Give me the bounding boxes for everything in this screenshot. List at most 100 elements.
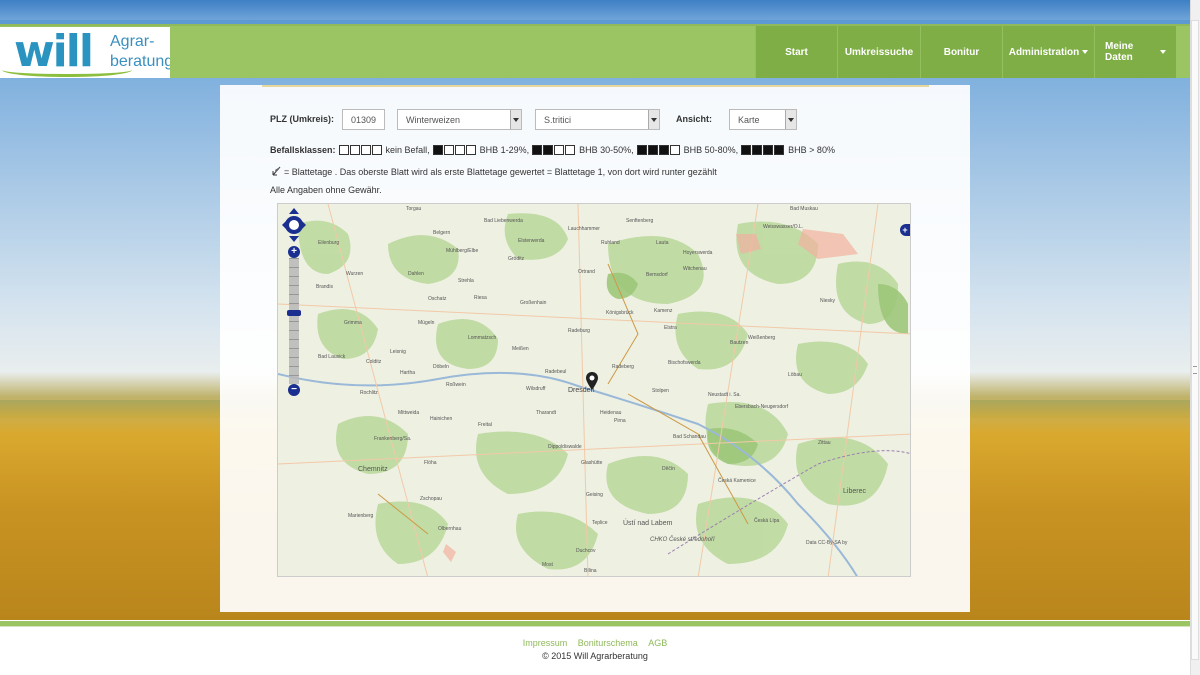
panel-divider (262, 85, 929, 87)
legend-class-1-label: BHB 1-29%, (479, 145, 530, 155)
logo-subtitle-line2: beratung (110, 53, 170, 70)
map-town: Mügeln (418, 320, 435, 326)
leaf-arrow-icon (272, 166, 281, 176)
map-town: Bad Liebenwerda (484, 218, 523, 224)
map-town: Radebeul (545, 369, 567, 375)
map-town: Heidenau (600, 410, 622, 416)
map-town: Liberec (843, 488, 866, 495)
map-town: Niesky (820, 298, 836, 304)
map-town: Rochlitz (360, 390, 378, 396)
map-town: Döbeln (433, 364, 449, 370)
disease-select[interactable]: S.tritici (535, 109, 660, 130)
map-town: CHKO České středohoří (650, 537, 715, 543)
map-town: Bad Muskau (790, 206, 818, 212)
map-town: Senftenberg (626, 218, 654, 224)
map-town: Bílina (584, 568, 597, 574)
zoom-slider-track[interactable] (289, 258, 299, 384)
map-town: Belgern (433, 230, 451, 236)
nav-start[interactable]: Start (755, 26, 837, 78)
map-town: Děčín (662, 466, 676, 472)
map-town: Hoyerswerda (683, 250, 713, 256)
nav-umkreissuche[interactable]: Umkreissuche (837, 26, 920, 78)
chevron-down-icon (785, 110, 796, 129)
background-sky-band (0, 0, 1190, 20)
map-town: Bautzen (730, 340, 749, 346)
legend-class-3-icon (636, 145, 681, 155)
nav-administration[interactable]: Administration (1002, 26, 1094, 78)
map-town: Leisnig (390, 349, 406, 355)
map-town: Mühlberg/Elbe (446, 248, 479, 254)
view-select[interactable]: Karte (729, 109, 797, 130)
scrollbar-grip-icon (1193, 366, 1197, 374)
map-town: Kamenz (654, 308, 673, 314)
layer-switcher-icon[interactable]: + (900, 224, 910, 236)
legend-class-2-label: BHB 30-50%, (579, 145, 634, 155)
zoom-out-icon[interactable]: − (288, 384, 300, 396)
map-town: Grimma (344, 320, 362, 326)
map-town: Geising (586, 492, 603, 498)
legend-class-4-icon (741, 145, 785, 155)
map-town: Bischofswerda (668, 360, 701, 366)
map-town: Česká Kamenice (718, 478, 756, 484)
map-town: Česká Lípa (754, 518, 780, 524)
legend-title: Befallsklassen: (270, 145, 336, 155)
map-town: Duchcov (576, 548, 596, 554)
map-town: Tharandt (536, 410, 557, 416)
map-pan-control[interactable] (282, 208, 306, 242)
map-town: Großenhain (520, 300, 547, 306)
map-town: Roßwein (446, 382, 466, 388)
crop-select-value: Winterweizen (406, 114, 461, 125)
map-town: Radeberg (612, 364, 634, 370)
map-town: Meißen (512, 346, 529, 352)
map-town: Pirna (614, 418, 626, 424)
map-town: Löbau (788, 372, 802, 378)
logo[interactable]: will Agrar- beratung (0, 27, 170, 78)
map-town: Ústí nad Labem (623, 520, 673, 527)
nav-meine-daten[interactable]: Meine Daten (1094, 26, 1176, 78)
map-town: Most (542, 562, 553, 568)
legend-class-0-label: kein Befall, (385, 145, 430, 155)
legend-class-1-icon (432, 145, 477, 155)
map-town: Bad Schandau (673, 434, 706, 440)
disclaimer: Alle Angaben ohne Gewähr. (270, 185, 382, 195)
map-town: Brandis (316, 284, 333, 290)
footer-bar (0, 621, 1190, 627)
chevron-down-icon (1082, 50, 1089, 54)
plz-input[interactable]: 01309 (342, 109, 385, 130)
map-town: Mittweida (398, 410, 420, 416)
map-town: Bernsdorf (646, 272, 668, 278)
disease-select-value: S.tritici (544, 114, 571, 125)
zoom-in-icon[interactable]: + (288, 246, 300, 258)
map-town: Wurzen (346, 271, 364, 277)
map-town: Oschatz (428, 296, 447, 302)
map-town: Stolpen (652, 388, 669, 394)
map-town: Dahlen (408, 271, 424, 277)
map-town: Teplice (592, 520, 608, 526)
map-town: Radeburg (568, 328, 590, 334)
logo-wordmark: will (14, 27, 94, 77)
legend-class-2-icon (532, 145, 576, 155)
scrollbar-thumb[interactable] (1191, 20, 1199, 660)
map-town: Weißenberg (748, 335, 776, 341)
map-town: Gröditz (508, 256, 525, 262)
location-pin-icon[interactable] (586, 372, 598, 390)
map-town: Neustadt i. Sa. (708, 392, 741, 398)
chevron-down-icon (648, 110, 659, 129)
plz-label: PLZ (Umkreis): (270, 114, 335, 124)
map-town: Olbernhau (438, 526, 462, 532)
map-town: Ebersbach-Neugersdorf (735, 404, 789, 410)
map-town: Wilsdruff (526, 386, 546, 392)
view-label: Ansicht: (676, 114, 712, 124)
map-town: Zittau (818, 440, 831, 446)
view-select-value: Karte (738, 114, 760, 125)
nav-bonitur[interactable]: Bonitur (920, 26, 1002, 78)
crop-select[interactable]: Winterweizen (397, 109, 522, 130)
chevron-down-icon (1160, 50, 1166, 54)
zoom-slider-handle[interactable] (287, 310, 301, 316)
footer-link-impressum[interactable]: Impressum (523, 638, 568, 648)
footer-link-agb[interactable]: AGB (648, 638, 667, 648)
footer-link-boniturschema[interactable]: Boniturschema (578, 638, 638, 648)
map-town: Dippoldiswalde (548, 444, 582, 450)
map-town: Bad Lausick (318, 354, 346, 360)
map-view[interactable]: Torgau Bad Liebenwerda Senftenberg Bad M… (277, 203, 911, 577)
